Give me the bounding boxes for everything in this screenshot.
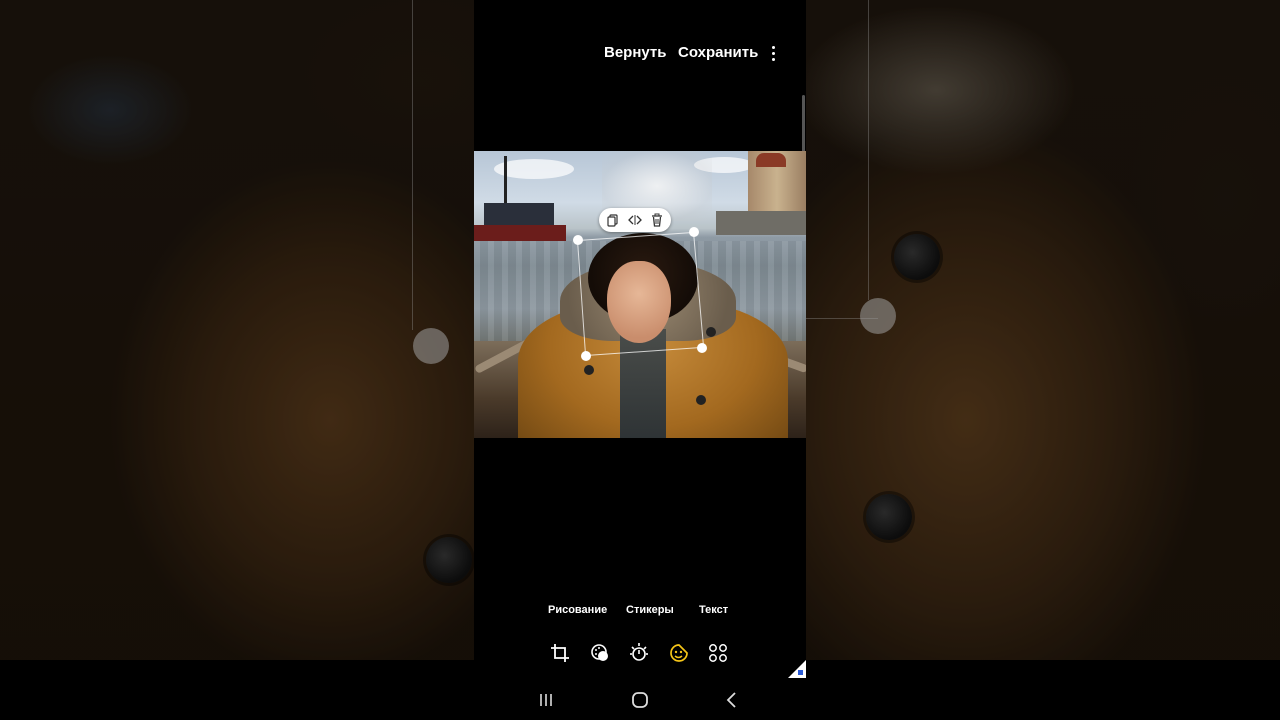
blurred-background-left	[0, 0, 474, 660]
ship-mast	[504, 156, 507, 206]
save-button[interactable]: Сохранить	[678, 44, 758, 61]
back-icon[interactable]	[722, 690, 742, 710]
building-roof	[756, 153, 786, 167]
recents-icon[interactable]	[536, 690, 556, 710]
delete-icon[interactable]	[649, 212, 665, 228]
resize-handle-top-right[interactable]	[689, 227, 699, 237]
home-icon[interactable]	[630, 690, 650, 710]
more-apps-icon[interactable]	[707, 642, 729, 664]
ship-cabin	[484, 203, 554, 227]
brightness-icon[interactable]	[628, 642, 650, 664]
person-face	[607, 261, 671, 343]
person-scarf	[620, 329, 666, 438]
quay	[716, 211, 806, 235]
resize-handle-bottom-right[interactable]	[697, 343, 707, 353]
ship-hull	[474, 225, 566, 241]
tab-drawing[interactable]: Рисование	[548, 604, 607, 616]
copy-icon[interactable]	[605, 212, 621, 228]
editor-header: Вернуть Сохранить	[474, 40, 806, 66]
dim-overlay	[0, 0, 474, 660]
coat-button	[706, 327, 716, 337]
blurred-background-right	[806, 0, 1280, 660]
resize-handle-bottom-left[interactable]	[581, 351, 591, 361]
coat-button	[584, 365, 594, 375]
sticker-floating-toolbar	[599, 208, 671, 232]
editor-toolbar	[474, 642, 806, 666]
filter-icon[interactable]	[589, 642, 611, 664]
sticker-smile-icon[interactable]	[668, 642, 690, 664]
revert-button[interactable]: Вернуть	[604, 44, 667, 61]
more-options-button[interactable]	[766, 42, 782, 64]
tab-text[interactable]: Текст	[699, 604, 728, 616]
more-vertical-icon-dot	[772, 52, 775, 55]
photo-canvas[interactable]	[474, 151, 806, 438]
crop-rotate-icon[interactable]	[549, 642, 571, 664]
system-navbar	[474, 686, 806, 714]
decor-tabs: Рисование Стикеры Текст	[474, 604, 806, 620]
resize-handle-top-left[interactable]	[573, 235, 583, 245]
tab-stickers[interactable]: Стикеры	[626, 604, 674, 616]
flip-icon[interactable]	[627, 212, 643, 228]
more-vertical-icon-dot	[772, 58, 775, 61]
more-vertical-icon	[772, 46, 775, 49]
corner-indicator-icon	[788, 660, 806, 678]
photo-editor-screen: Вернуть Сохранить Рисование Стикеры Текс…	[474, 0, 806, 720]
coat-button	[696, 395, 706, 405]
dim-overlay	[806, 0, 1280, 660]
